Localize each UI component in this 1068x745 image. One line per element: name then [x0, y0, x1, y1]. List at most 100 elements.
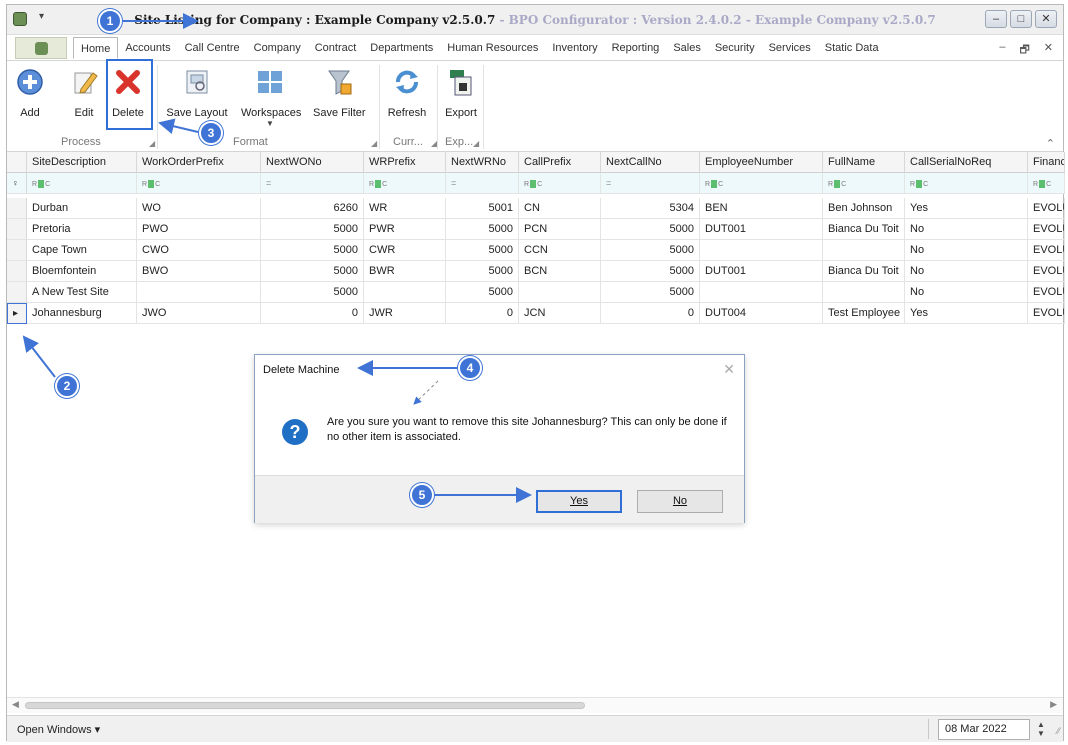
cell-site-description[interactable]: Bloemfontein	[27, 261, 137, 282]
export-launcher-icon[interactable]: ◢	[473, 139, 479, 148]
cell-next-wr-no[interactable]: 5000	[446, 240, 519, 261]
row-indicator[interactable]	[7, 261, 27, 282]
cell-employee-number[interactable]: BEN	[700, 198, 823, 219]
column-header-full-name[interactable]: FullName	[823, 152, 905, 173]
cell-next-wo-no[interactable]: 5000	[261, 282, 364, 303]
row-indicator[interactable]	[7, 198, 27, 219]
filter-cell[interactable]: =	[601, 173, 700, 194]
filter-cell[interactable]: RC	[519, 173, 601, 194]
column-header-site-description[interactable]: SiteDescription	[27, 152, 137, 173]
column-header-next-wr-no[interactable]: NextWRNo	[446, 152, 519, 173]
cell-wr-prefix[interactable]: CWR	[364, 240, 446, 261]
cell-next-call-no[interactable]: 5304	[601, 198, 700, 219]
resize-grip-icon[interactable]: ⁄⁄	[1057, 726, 1060, 736]
table-row[interactable]: Pretoria PWO 5000 PWR 5000 PCN 5000 DUT001 Bianc…	[7, 219, 1065, 240]
cell-work-order-prefix[interactable]: WO	[137, 198, 261, 219]
column-header-employee-number[interactable]: EmployeeNumber	[700, 152, 823, 173]
row-indicator[interactable]: ▸	[7, 303, 27, 324]
cell-wr-prefix[interactable]: WR	[364, 198, 446, 219]
cell-call-prefix[interactable]: CCN	[519, 240, 601, 261]
cell-site-description[interactable]: Cape Town	[27, 240, 137, 261]
scrollbar-thumb[interactable]	[25, 702, 585, 709]
cell-call-prefix[interactable]	[519, 282, 601, 303]
save-layout-button[interactable]: Save Layout	[165, 67, 229, 119]
app-menu-button[interactable]	[15, 37, 67, 59]
column-header-next-call-no[interactable]: NextCallNo	[601, 152, 700, 173]
collapse-ribbon-icon[interactable]: ⌃	[1046, 137, 1055, 150]
column-header-work-order-prefix[interactable]: WorkOrderPrefix	[137, 152, 261, 173]
cell-wr-prefix[interactable]: PWR	[364, 219, 446, 240]
cell-call-serial-no-req[interactable]: Yes	[905, 303, 1028, 324]
date-field[interactable]: 08 Mar 2022	[938, 719, 1030, 740]
cell-call-prefix[interactable]: JCN	[519, 303, 601, 324]
cell-work-order-prefix[interactable]: JWO	[137, 303, 261, 324]
cell-next-wo-no[interactable]: 5000	[261, 240, 364, 261]
format-launcher-icon[interactable]: ◢	[371, 139, 377, 148]
cell-financial[interactable]: EVOLU	[1028, 240, 1065, 261]
tab-inventory[interactable]: Inventory	[545, 39, 604, 59]
cell-financial[interactable]: EVOLU	[1028, 261, 1065, 282]
date-spinner-icon[interactable]: ▲ ▼	[1035, 720, 1047, 740]
cell-next-wr-no[interactable]: 5000	[446, 219, 519, 240]
cell-call-serial-no-req[interactable]: No	[905, 261, 1028, 282]
table-row[interactable]: Bloemfontein BWO 5000 BWR 5000 BCN 5000 DUT001 B…	[7, 261, 1065, 282]
process-launcher-icon[interactable]: ◢	[149, 139, 155, 148]
tab-static-data[interactable]: Static Data	[818, 39, 886, 59]
tab-human-resources[interactable]: Human Resources	[440, 39, 545, 59]
table-row[interactable]: Cape TownCWO5000CWR5000CCN5000NoEVOLU	[7, 240, 1065, 261]
cell-next-call-no[interactable]: 5000	[601, 240, 700, 261]
cell-site-description[interactable]: A New Test Site	[27, 282, 137, 303]
open-windows-button[interactable]: Open Windows ▾	[17, 723, 100, 736]
minimize-button[interactable]: –	[985, 10, 1007, 28]
filter-cell[interactable]: =	[446, 173, 519, 194]
cell-employee-number[interactable]	[700, 282, 823, 303]
tab-home[interactable]: Home	[73, 37, 119, 59]
tab-call-centre[interactable]: Call Centre	[178, 39, 247, 59]
filter-cell[interactable]: RC	[27, 173, 137, 194]
filter-cell[interactable]: RC	[137, 173, 261, 194]
maximize-button[interactable]: □	[1010, 10, 1032, 28]
cell-next-call-no[interactable]: 5000	[601, 261, 700, 282]
cell-financial[interactable]: EVOLU	[1028, 219, 1065, 240]
tab-services[interactable]: Services	[762, 39, 818, 59]
table-row[interactable]: Durban WO 6260 WR 5001 CN 5304 BEN Ben Johnson Ye…	[7, 198, 1065, 219]
edit-button[interactable]: Edit	[69, 67, 99, 119]
cell-work-order-prefix[interactable]	[137, 282, 261, 303]
add-button[interactable]: Add	[15, 67, 45, 119]
cell-financial[interactable]: EVOLU	[1028, 303, 1065, 324]
cell-next-wo-no[interactable]: 5000	[261, 261, 364, 282]
cell-call-serial-no-req[interactable]: No	[905, 282, 1028, 303]
cell-next-wo-no[interactable]: 0	[261, 303, 364, 324]
tab-contract[interactable]: Contract	[308, 39, 364, 59]
yes-button[interactable]: Yes	[536, 490, 622, 513]
cell-next-wr-no[interactable]: 0	[446, 303, 519, 324]
cell-employee-number[interactable]: DUT004	[700, 303, 823, 324]
cell-call-prefix[interactable]: PCN	[519, 219, 601, 240]
close-button[interactable]: ✕	[1035, 10, 1057, 28]
workspaces-button[interactable]: Workspaces ▼	[241, 67, 301, 128]
filter-cell[interactable]: RC	[364, 173, 446, 194]
cell-employee-number[interactable]: DUT001	[700, 219, 823, 240]
cell-employee-number[interactable]: DUT001	[700, 261, 823, 282]
cell-call-serial-no-req[interactable]: No	[905, 240, 1028, 261]
cell-site-description[interactable]: Johannesburg	[27, 303, 137, 324]
cell-site-description[interactable]: Durban	[27, 198, 137, 219]
dialog-close-icon[interactable]: ✕	[723, 361, 735, 378]
tab-sales[interactable]: Sales	[666, 39, 708, 59]
scroll-left-icon[interactable]: ◀	[12, 699, 19, 710]
filter-cell[interactable]: RC	[1028, 173, 1065, 194]
cell-next-wr-no[interactable]: 5000	[446, 282, 519, 303]
column-header-wr-prefix[interactable]: WRPrefix	[364, 152, 446, 173]
cell-full-name[interactable]: Bianca Du Toit	[823, 219, 905, 240]
column-header-financial[interactable]: Financi	[1028, 152, 1065, 173]
tab-accounts[interactable]: Accounts	[118, 39, 177, 59]
scroll-right-icon[interactable]: ▶	[1050, 699, 1057, 710]
cell-wr-prefix[interactable]: JWR	[364, 303, 446, 324]
column-header-call-prefix[interactable]: CallPrefix	[519, 152, 601, 173]
cell-next-call-no[interactable]: 5000	[601, 282, 700, 303]
export-button[interactable]: Export	[443, 67, 479, 119]
tab-departments[interactable]: Departments	[363, 39, 440, 59]
cell-work-order-prefix[interactable]: BWO	[137, 261, 261, 282]
cell-call-prefix[interactable]: CN	[519, 198, 601, 219]
tab-reporting[interactable]: Reporting	[605, 39, 667, 59]
